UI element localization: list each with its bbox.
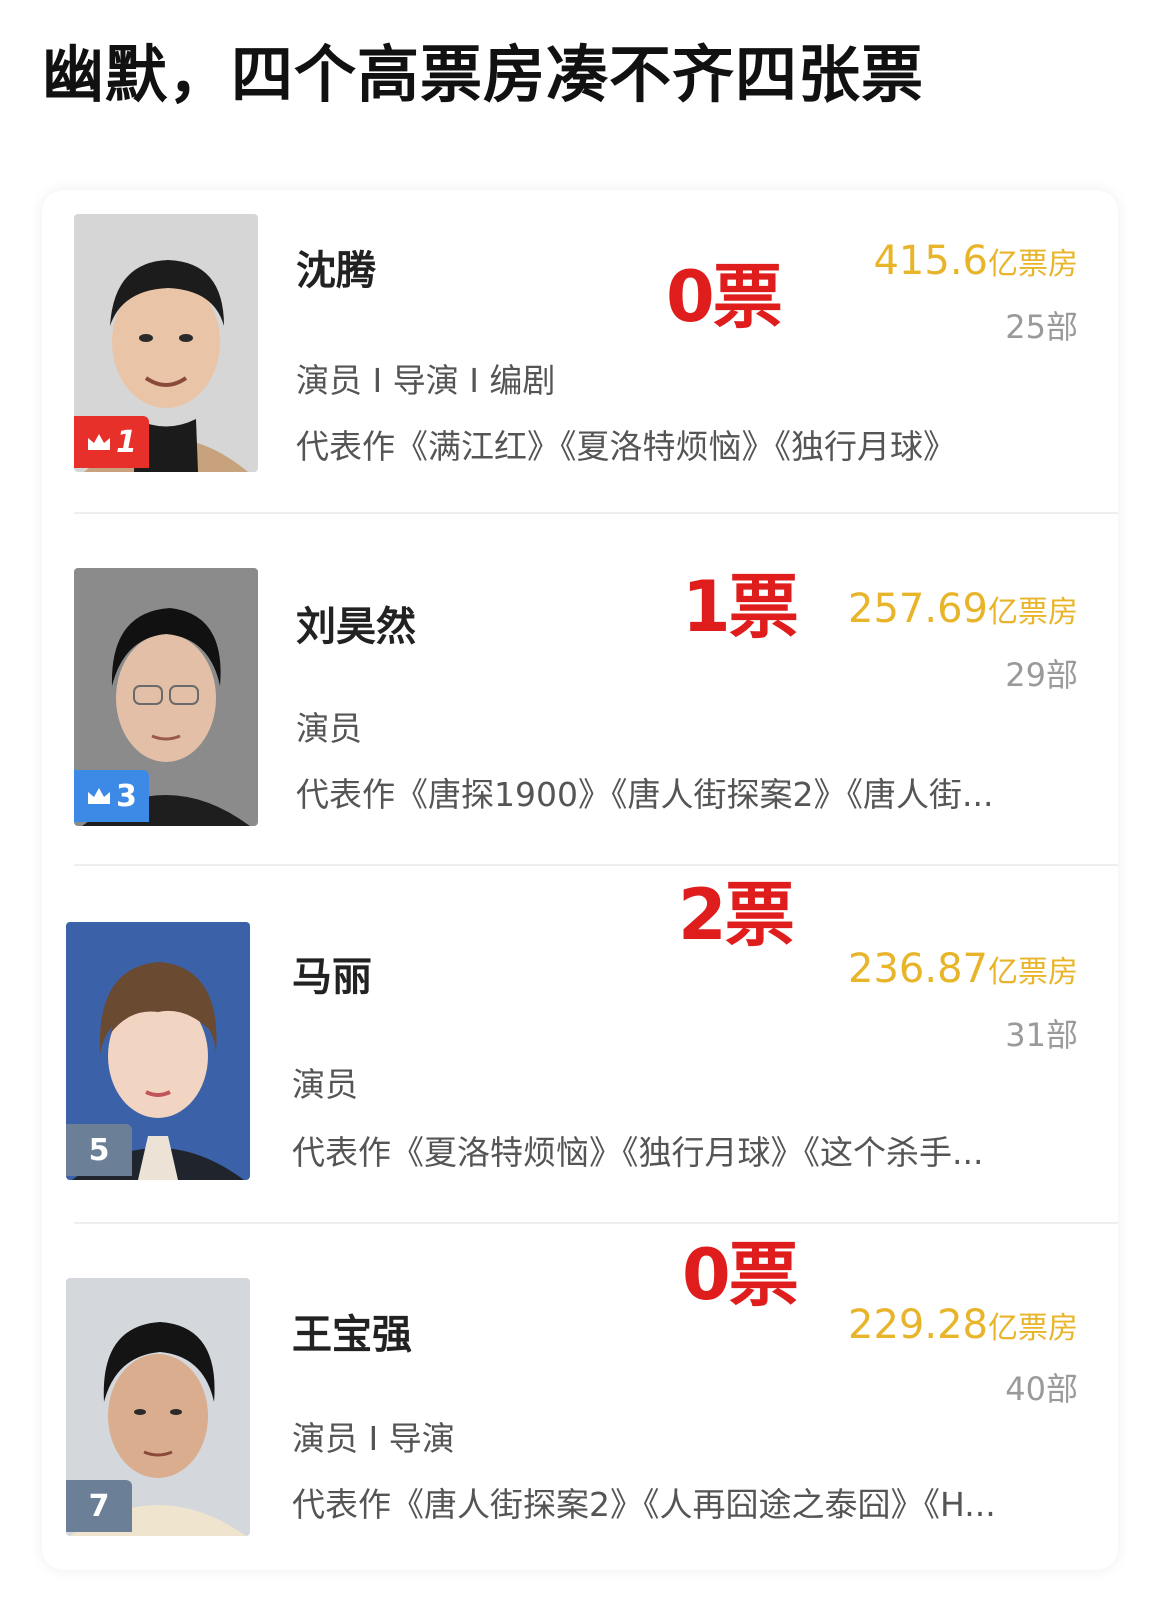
avatar: 3 [74,568,258,826]
rank-badge: 5 [66,1124,132,1176]
avatar: 1 [74,214,258,472]
page-title: 幽默，四个高票房凑不齐四张票 [42,38,925,111]
film-count: 31部 [1005,1016,1078,1054]
divider [74,512,1118,514]
ranking-list: 1 沈腾 0票 415.6亿票房 25部 演员 I 导演 I 编剧 代表作《满江… [42,190,1118,1570]
actor-name[interactable]: 王宝强 [292,1302,412,1360]
divider [74,1222,1118,1224]
box-office: 229.28亿票房 [848,1302,1078,1348]
list-item[interactable]: 1 沈腾 0票 415.6亿票房 25部 演员 I 导演 I 编剧 代表作《满江… [42,190,1118,520]
divider [74,864,1118,866]
film-count: 29部 [1005,656,1078,694]
list-item[interactable]: 7 王宝强 0票 229.28亿票房 40部 演员 I 导演 代表作《唐人街探案… [42,1236,1118,1570]
roles-label: 演员 [292,1065,358,1104]
box-office: 257.69亿票房 [848,586,1078,632]
roles-label: 演员 I 导演 [292,1419,455,1458]
representative-works: 代表作《夏洛特烦恼》《独行月球》《这个杀手... [292,1133,984,1172]
crown-icon [88,788,110,804]
rank-badge: 3 [74,770,149,822]
crown-icon [88,434,110,450]
rank-badge: 7 [66,1480,132,1532]
box-office: 415.6亿票房 [873,238,1078,284]
representative-works: 代表作《唐探1900》《唐人街探案2》《唐人街... [296,775,994,814]
avatar: 5 [66,922,250,1180]
actor-name[interactable]: 马丽 [292,944,372,1002]
film-count: 40部 [1005,1370,1078,1408]
rank-badge: 1 [74,416,149,468]
roles-label: 演员 [296,709,362,748]
actor-name[interactable]: 刘昊然 [296,594,416,652]
avatar: 7 [66,1278,250,1536]
representative-works: 代表作《唐人街探案2》《人再囧途之泰囧》《H... [292,1485,996,1524]
representative-works: 代表作《满江红》《夏洛特烦恼》《独行月球》 [296,427,956,466]
vote-count: 1票 [682,566,799,648]
film-count: 25部 [1005,308,1078,346]
vote-count: 2票 [678,874,795,956]
vote-count: 0票 [666,256,783,338]
vote-count: 0票 [682,1234,799,1316]
roles-label: 演员 I 导演 I 编剧 [296,361,556,400]
list-item[interactable]: 5 马丽 2票 236.87亿票房 31部 演员 代表作《夏洛特烦恼》《独行月球… [42,880,1118,1230]
list-item[interactable]: 3 刘昊然 1票 257.69亿票房 29部 演员 代表作《唐探1900》《唐人… [42,530,1118,870]
box-office: 236.87亿票房 [848,946,1078,992]
actor-name[interactable]: 沈腾 [296,238,376,296]
